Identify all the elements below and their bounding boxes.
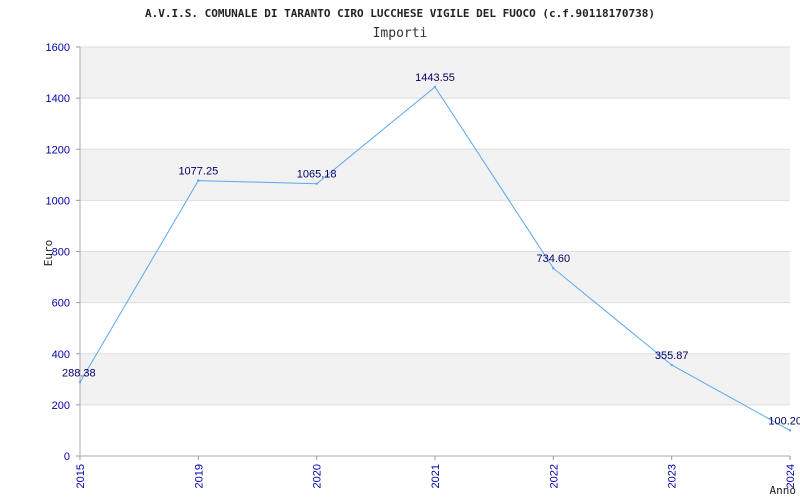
line-chart: 02004006008001000120014001600 2015 2019 20… <box>42 7 800 497</box>
y-tick-label: 1000 <box>46 195 70 207</box>
data-label: 1077.25 <box>178 166 218 178</box>
data-point <box>670 363 673 367</box>
x-tick-label: 2021 <box>430 464 442 488</box>
data-label: 734.60 <box>537 253 571 265</box>
y-tick-label: 600 <box>52 298 70 310</box>
y-tick-label: 1200 <box>46 144 70 156</box>
x-tick-label: 2022 <box>548 464 560 488</box>
data-point <box>433 85 437 89</box>
data-label: 1443.55 <box>415 72 455 84</box>
data-point <box>552 267 555 270</box>
x-axis-label: Anno <box>770 484 797 497</box>
y-tick-label: 1600 <box>46 42 70 54</box>
x-tick-labels: 2015 2019 2020 2021 2022 2023 2024 <box>75 456 797 488</box>
y-tick-label: 0 <box>64 451 70 463</box>
data-point <box>315 182 318 185</box>
x-tick-label: 2023 <box>667 464 679 488</box>
data-point <box>78 381 82 384</box>
y-tick-label: 1400 <box>46 93 70 105</box>
data-point <box>788 429 792 432</box>
data-label: 1065.18 <box>297 169 337 181</box>
x-tick-label: 2015 <box>75 464 87 488</box>
x-tick-label: 2020 <box>312 464 324 488</box>
data-point <box>197 179 200 182</box>
x-tick-label: 2019 <box>193 464 205 488</box>
data-label: 355.87 <box>655 350 689 362</box>
y-tick-label: 400 <box>52 349 70 361</box>
chart-subtitle: Importi <box>373 26 428 41</box>
chart-title: A.V.I.S. COMUNALE DI TARANTO CIRO LUCCHE… <box>145 7 655 20</box>
grid-band <box>80 251 790 303</box>
y-tick-label: 200 <box>52 400 70 412</box>
data-label: 100.20 <box>768 415 800 427</box>
y-axis-label: Euro <box>42 240 55 267</box>
data-label: 288.38 <box>62 367 96 379</box>
